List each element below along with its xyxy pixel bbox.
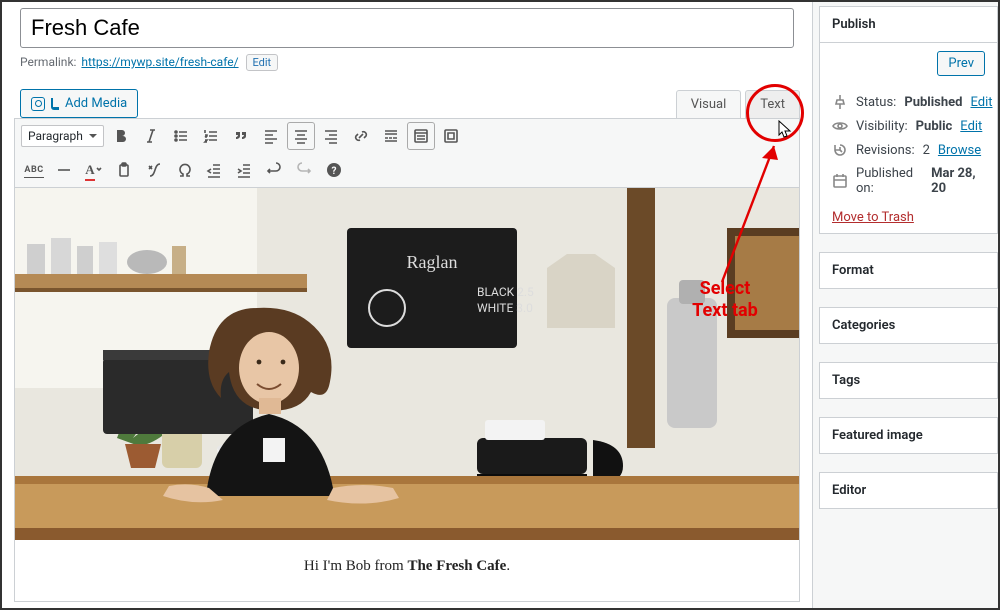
link-button[interactable] [348,123,374,149]
svg-text:Raglan: Raglan [407,252,458,272]
tab-visual[interactable]: Visual [676,90,742,118]
article-line: Hi I'm Bob from The Fresh Cafe. [15,540,799,593]
post-hero-image: Raglan BLACK 2.5 WHITE 3.0 [15,188,799,540]
format-panel[interactable]: Format [819,252,998,289]
revisions-row: Revisions: 2 Browse [832,142,985,158]
add-media-button[interactable]: Add Media [20,89,138,118]
bulleted-list-button[interactable] [168,123,194,149]
article-text-post: . [506,558,510,574]
permalink-label: Permalink: [20,55,76,69]
pin-icon [832,94,848,110]
camera-icon [31,97,45,111]
status-label: Status: [856,95,896,110]
permalink-edit-button[interactable]: Edit [246,54,279,71]
tags-panel[interactable]: Tags [819,362,998,399]
svg-text:WHITE 3.0: WHITE 3.0 [477,301,533,315]
indent-button[interactable] [231,157,257,183]
align-left-button[interactable] [258,123,284,149]
special-character-button[interactable] [171,157,197,183]
editor-panel-title: Editor [820,473,997,508]
tab-text[interactable]: Text [745,90,800,118]
featured-image-panel-title: Featured image [820,418,997,453]
svg-text:?: ? [332,166,337,177]
eye-icon [832,118,848,134]
editor-toolbar: Paragraph ABC A ? [14,118,800,188]
align-right-button[interactable] [318,123,344,149]
help-button[interactable]: ? [321,157,347,183]
undo-button[interactable] [261,157,287,183]
text-color-button[interactable]: A [81,157,107,183]
visibility-edit-link[interactable]: Edit [960,119,982,134]
article-text-strong: The Fresh Cafe [407,558,506,574]
visibility-value: Public [916,119,953,134]
history-icon [832,142,848,158]
status-value: Published [904,95,962,110]
published-on-value: Mar 28, 20 [931,166,985,196]
strikethrough-button[interactable]: ABC [21,157,47,183]
preview-button[interactable]: Prev [937,51,985,76]
editor-tabs: Visual Text [672,90,800,118]
editor-content[interactable]: Raglan BLACK 2.5 WHITE 3.0 [14,188,800,602]
revisions-label: Revisions: [856,143,915,158]
bold-button[interactable] [108,123,134,149]
add-media-label: Add Media [65,96,127,111]
paste-as-text-button[interactable] [111,157,137,183]
horizontal-rule-button[interactable] [51,157,77,183]
clear-formatting-button[interactable] [141,157,167,183]
svg-text:BLACK 2.5: BLACK 2.5 [477,285,534,299]
read-more-button[interactable] [378,123,404,149]
tags-panel-title: Tags [820,363,997,398]
editor-panel[interactable]: Editor [819,472,998,509]
visibility-row: Visibility: Public Edit [832,118,985,134]
move-to-trash-link[interactable]: Move to Trash [832,210,914,225]
music-note-icon [51,98,59,110]
visibility-label: Visibility: [856,119,908,134]
numbered-list-button[interactable] [198,123,224,149]
categories-panel[interactable]: Categories [819,307,998,344]
italic-button[interactable] [138,123,164,149]
article-text-pre: Hi I'm Bob from [304,558,408,574]
redo-button[interactable] [291,157,317,183]
align-center-button[interactable] [288,123,314,149]
published-on-row: Published on: Mar 28, 20 [832,166,985,196]
outdent-button[interactable] [201,157,227,183]
permalink-url[interactable]: https://mywp.site/fresh-cafe/ [81,55,238,69]
revisions-count: 2 [923,143,930,158]
status-edit-link[interactable]: Edit [970,95,992,110]
fullscreen-button[interactable] [438,123,464,149]
publish-panel: Publish Prev Status: Published Edit Visi… [819,6,998,234]
permalink-row: Permalink: https://mywp.site/fresh-cafe/… [20,54,794,71]
format-select[interactable]: Paragraph [21,125,104,147]
revisions-browse-link[interactable]: Browse [938,143,981,158]
featured-image-panel[interactable]: Featured image [819,417,998,454]
format-panel-title: Format [820,253,997,288]
categories-panel-title: Categories [820,308,997,343]
toolbar-toggle-button[interactable] [408,123,434,149]
publish-panel-title: Publish [820,7,997,43]
status-row: Status: Published Edit [832,94,985,110]
post-title-input[interactable] [20,8,794,48]
blockquote-button[interactable] [228,123,254,149]
published-on-label: Published on: [856,166,923,196]
calendar-icon [832,173,848,189]
